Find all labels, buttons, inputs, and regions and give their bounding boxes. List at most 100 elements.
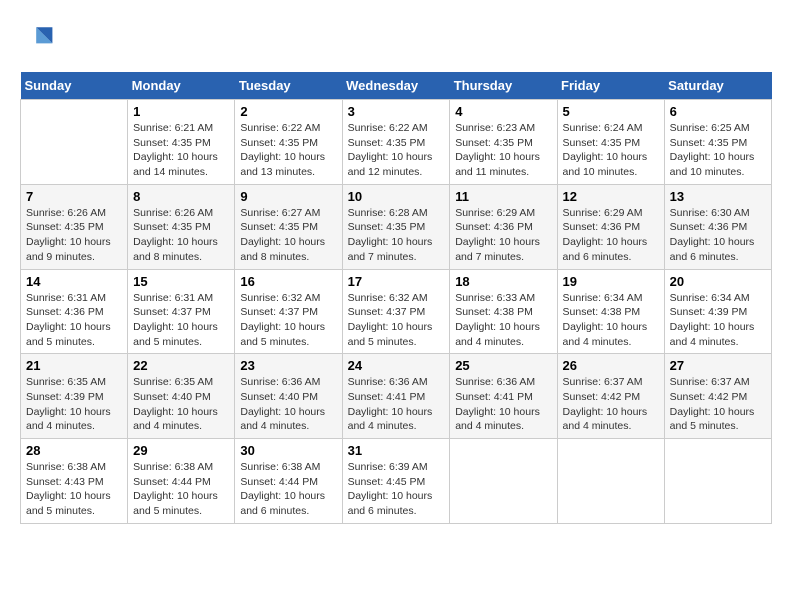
day-info: Sunrise: 6:36 AM Sunset: 4:40 PM Dayligh… bbox=[240, 375, 336, 434]
day-number: 30 bbox=[240, 443, 336, 458]
day-cell: 6Sunrise: 6:25 AM Sunset: 4:35 PM Daylig… bbox=[664, 100, 771, 185]
day-number: 8 bbox=[133, 189, 229, 204]
day-cell: 13 Sunrise: 6:30 AM Sunset: 4:36 PM Dayli… bbox=[664, 184, 771, 269]
day-cell bbox=[450, 439, 557, 524]
day-number: 29 bbox=[133, 443, 229, 458]
day-cell: 18 Sunrise: 6:33 AM Sunset: 4:38 PM Dayli… bbox=[450, 269, 557, 354]
day-number: 14 bbox=[26, 274, 122, 289]
day-cell: 20 Sunrise: 6:34 AM Sunset: 4:39 PM Dayli… bbox=[664, 269, 771, 354]
day-info: Sunrise: 6:32 AM Sunset: 4:37 PM Dayligh… bbox=[240, 291, 336, 350]
day-cell: 5 Sunrise: 6:24 AM Sunset: 4:35 PM Daylig… bbox=[557, 100, 664, 185]
day-cell: 28 Sunrise: 6:38 AM Sunset: 4:43 PM Dayli… bbox=[21, 439, 128, 524]
week-row-1: 1 Sunrise: 6:21 AM Sunset: 4:35 PM Daylig… bbox=[21, 100, 772, 185]
day-number: 18 bbox=[455, 274, 551, 289]
day-info: Sunrise: 6:28 AM Sunset: 4:35 PM Dayligh… bbox=[348, 206, 445, 265]
day-info: Sunrise: 6:35 AM Sunset: 4:39 PM Dayligh… bbox=[26, 375, 122, 434]
weekday-header-friday: Friday bbox=[557, 72, 664, 100]
weekday-header-sunday: Sunday bbox=[21, 72, 128, 100]
day-info: Sunrise: 6:38 AM Sunset: 4:44 PM Dayligh… bbox=[240, 460, 336, 519]
day-info: Sunrise: 6:37 AM Sunset: 4:42 PM Dayligh… bbox=[563, 375, 659, 434]
day-info: Sunrise: 6:29 AM Sunset: 4:36 PM Dayligh… bbox=[455, 206, 551, 265]
day-info: Sunrise: 6:26 AM Sunset: 4:35 PM Dayligh… bbox=[133, 206, 229, 265]
day-number: 11 bbox=[455, 189, 551, 204]
day-cell: 14 Sunrise: 6:31 AM Sunset: 4:36 PM Dayli… bbox=[21, 269, 128, 354]
day-cell: 30 Sunrise: 6:38 AM Sunset: 4:44 PM Dayli… bbox=[235, 439, 342, 524]
day-number: 3 bbox=[348, 104, 445, 119]
day-info: Sunrise: 6:34 AM Sunset: 4:39 PM Dayligh… bbox=[670, 291, 766, 350]
day-number: 13 bbox=[670, 189, 766, 204]
day-cell: 4 Sunrise: 6:23 AM Sunset: 4:35 PM Daylig… bbox=[450, 100, 557, 185]
day-info: Sunrise: 6:24 AM Sunset: 4:35 PM Dayligh… bbox=[563, 121, 659, 180]
day-number: 1 bbox=[133, 104, 229, 119]
day-info: Sunrise: 6:21 AM Sunset: 4:35 PM Dayligh… bbox=[133, 121, 229, 180]
day-cell: 11 Sunrise: 6:29 AM Sunset: 4:36 PM Dayli… bbox=[450, 184, 557, 269]
page-header bbox=[20, 20, 772, 56]
day-cell: 7 Sunrise: 6:26 AM Sunset: 4:35 PM Daylig… bbox=[21, 184, 128, 269]
day-cell bbox=[21, 100, 128, 185]
day-cell: 24 Sunrise: 6:36 AM Sunset: 4:41 PM Dayli… bbox=[342, 354, 450, 439]
day-info: Sunrise: 6:33 AM Sunset: 4:38 PM Dayligh… bbox=[455, 291, 551, 350]
day-info: Sunrise: 6:27 AM Sunset: 4:35 PM Dayligh… bbox=[240, 206, 336, 265]
day-info: Sunrise: 6:37 AM Sunset: 4:42 PM Dayligh… bbox=[670, 375, 766, 434]
day-number: 21 bbox=[26, 358, 122, 373]
day-info: Sunrise: 6:26 AM Sunset: 4:35 PM Dayligh… bbox=[26, 206, 122, 265]
day-info: Sunrise: 6:30 AM Sunset: 4:36 PM Dayligh… bbox=[670, 206, 766, 265]
day-cell: 15 Sunrise: 6:31 AM Sunset: 4:37 PM Dayli… bbox=[128, 269, 235, 354]
day-info: Sunrise: 6:22 AM Sunset: 4:35 PM Dayligh… bbox=[348, 121, 445, 180]
day-number: 9 bbox=[240, 189, 336, 204]
weekday-header-wednesday: Wednesday bbox=[342, 72, 450, 100]
day-cell: 8 Sunrise: 6:26 AM Sunset: 4:35 PM Daylig… bbox=[128, 184, 235, 269]
day-number: 20 bbox=[670, 274, 766, 289]
day-info: Sunrise: 6:35 AM Sunset: 4:40 PM Dayligh… bbox=[133, 375, 229, 434]
weekday-header-row: SundayMondayTuesdayWednesdayThursdayFrid… bbox=[21, 72, 772, 100]
day-info: Sunrise: 6:34 AM Sunset: 4:38 PM Dayligh… bbox=[563, 291, 659, 350]
day-info: Sunrise: 6:31 AM Sunset: 4:36 PM Dayligh… bbox=[26, 291, 122, 350]
day-number: 4 bbox=[455, 104, 551, 119]
day-cell: 31Sunrise: 6:39 AM Sunset: 4:45 PM Dayli… bbox=[342, 439, 450, 524]
day-cell: 10Sunrise: 6:28 AM Sunset: 4:35 PM Dayli… bbox=[342, 184, 450, 269]
day-info: Sunrise: 6:36 AM Sunset: 4:41 PM Dayligh… bbox=[348, 375, 445, 434]
day-number: 28 bbox=[26, 443, 122, 458]
logo bbox=[20, 20, 60, 56]
day-info: Sunrise: 6:22 AM Sunset: 4:35 PM Dayligh… bbox=[240, 121, 336, 180]
day-number: 24 bbox=[348, 358, 445, 373]
weekday-header-monday: Monday bbox=[128, 72, 235, 100]
day-number: 26 bbox=[563, 358, 659, 373]
day-info: Sunrise: 6:31 AM Sunset: 4:37 PM Dayligh… bbox=[133, 291, 229, 350]
day-number: 7 bbox=[26, 189, 122, 204]
day-number: 23 bbox=[240, 358, 336, 373]
day-cell: 29 Sunrise: 6:38 AM Sunset: 4:44 PM Dayli… bbox=[128, 439, 235, 524]
weekday-header-thursday: Thursday bbox=[450, 72, 557, 100]
day-cell: 2 Sunrise: 6:22 AM Sunset: 4:35 PM Daylig… bbox=[235, 100, 342, 185]
day-cell: 23 Sunrise: 6:36 AM Sunset: 4:40 PM Dayli… bbox=[235, 354, 342, 439]
day-cell: 16Sunrise: 6:32 AM Sunset: 4:37 PM Dayli… bbox=[235, 269, 342, 354]
day-number: 25 bbox=[455, 358, 551, 373]
day-number: 5 bbox=[563, 104, 659, 119]
day-cell: 25 Sunrise: 6:36 AM Sunset: 4:41 PM Dayli… bbox=[450, 354, 557, 439]
day-cell: 1 Sunrise: 6:21 AM Sunset: 4:35 PM Daylig… bbox=[128, 100, 235, 185]
logo-icon bbox=[20, 20, 56, 56]
day-number: 2 bbox=[240, 104, 336, 119]
day-info: Sunrise: 6:32 AM Sunset: 4:37 PM Dayligh… bbox=[348, 291, 445, 350]
day-info: Sunrise: 6:23 AM Sunset: 4:35 PM Dayligh… bbox=[455, 121, 551, 180]
week-row-4: 21 Sunrise: 6:35 AM Sunset: 4:39 PM Dayli… bbox=[21, 354, 772, 439]
day-cell: 21 Sunrise: 6:35 AM Sunset: 4:39 PM Dayli… bbox=[21, 354, 128, 439]
day-number: 27 bbox=[670, 358, 766, 373]
weekday-header-saturday: Saturday bbox=[664, 72, 771, 100]
day-number: 19 bbox=[563, 274, 659, 289]
day-number: 12 bbox=[563, 189, 659, 204]
day-number: 31 bbox=[348, 443, 445, 458]
day-number: 22 bbox=[133, 358, 229, 373]
day-cell: 22 Sunrise: 6:35 AM Sunset: 4:40 PM Dayli… bbox=[128, 354, 235, 439]
day-cell: 19 Sunrise: 6:34 AM Sunset: 4:38 PM Dayli… bbox=[557, 269, 664, 354]
day-cell: 9 Sunrise: 6:27 AM Sunset: 4:35 PM Daylig… bbox=[235, 184, 342, 269]
week-row-3: 14 Sunrise: 6:31 AM Sunset: 4:36 PM Dayli… bbox=[21, 269, 772, 354]
day-number: 15 bbox=[133, 274, 229, 289]
weekday-header-tuesday: Tuesday bbox=[235, 72, 342, 100]
day-cell: 12Sunrise: 6:29 AM Sunset: 4:36 PM Dayli… bbox=[557, 184, 664, 269]
day-info: Sunrise: 6:38 AM Sunset: 4:44 PM Dayligh… bbox=[133, 460, 229, 519]
day-info: Sunrise: 6:36 AM Sunset: 4:41 PM Dayligh… bbox=[455, 375, 551, 434]
day-info: Sunrise: 6:38 AM Sunset: 4:43 PM Dayligh… bbox=[26, 460, 122, 519]
week-row-5: 28 Sunrise: 6:38 AM Sunset: 4:43 PM Dayli… bbox=[21, 439, 772, 524]
day-cell: 17Sunrise: 6:32 AM Sunset: 4:37 PM Dayli… bbox=[342, 269, 450, 354]
